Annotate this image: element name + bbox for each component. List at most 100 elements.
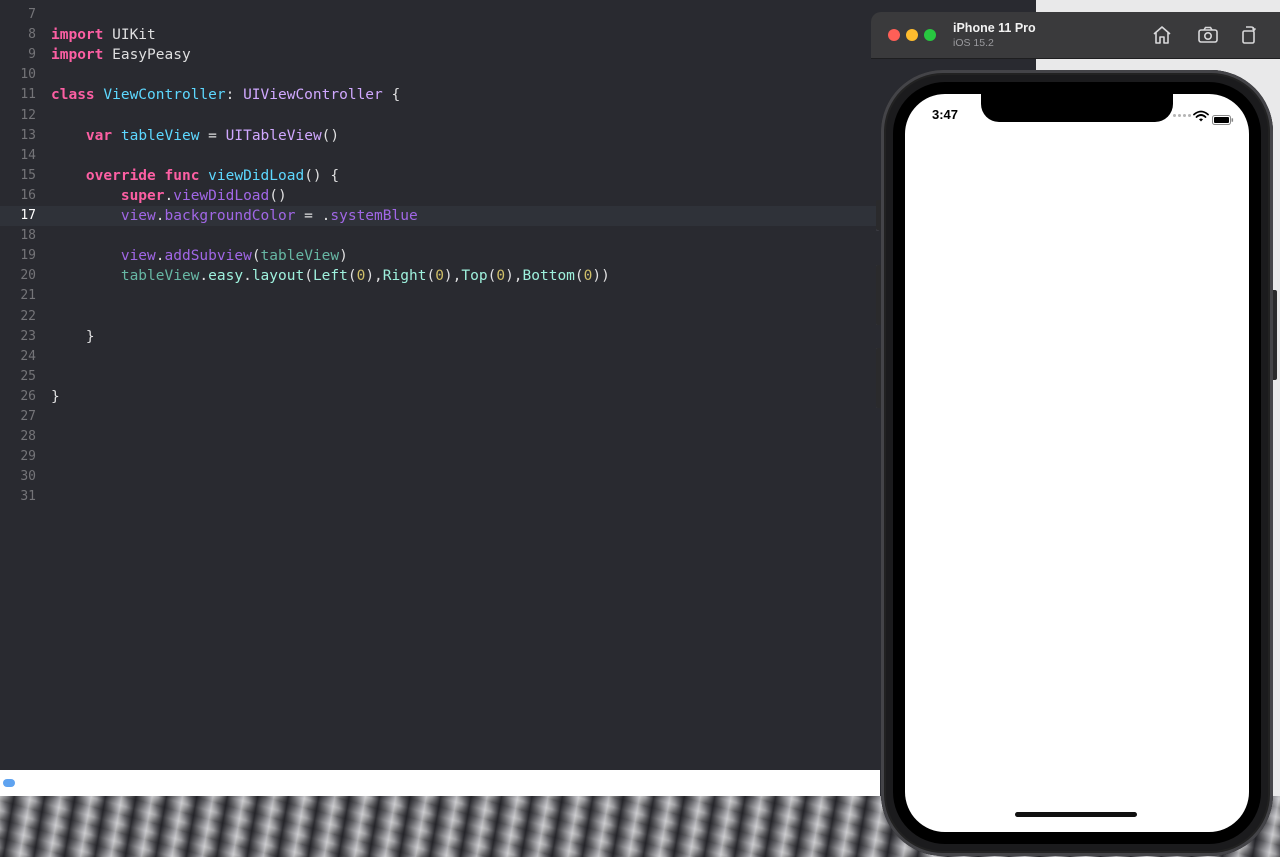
code-line[interactable]: 25 xyxy=(0,367,880,387)
line-number: 30 xyxy=(20,469,36,485)
code-line[interactable]: 17 view.backgroundColor = .systemBlue xyxy=(0,206,880,226)
code-line[interactable]: 18 xyxy=(0,226,880,246)
code-token: systemBlue xyxy=(330,208,418,224)
minimize-window-button[interactable] xyxy=(906,29,918,41)
code-token: 0 xyxy=(496,268,506,285)
code-token: override xyxy=(85,167,156,184)
code-token: view xyxy=(120,248,156,265)
line-number: 27 xyxy=(20,409,36,424)
code-line[interactable]: 28 xyxy=(0,427,880,447)
code-token: tableView xyxy=(120,127,200,144)
code-line[interactable]: 7 xyxy=(0,5,880,25)
code-token: import xyxy=(51,27,104,44)
close-window-button[interactable] xyxy=(888,29,900,41)
line-number: 24 xyxy=(20,348,36,364)
device-frame: 3:47 xyxy=(881,70,1273,856)
code-token: addSubview xyxy=(164,248,252,265)
line-number: 15 xyxy=(20,167,36,183)
line-number: 8 xyxy=(28,27,36,43)
code-token: class xyxy=(51,87,95,104)
code-line[interactable]: 30 xyxy=(0,467,880,487)
debug-bar xyxy=(0,770,880,796)
code-token: UITableView xyxy=(225,127,322,144)
code-text: super.viewDidLoad() xyxy=(51,186,287,206)
code-line[interactable]: 23 } xyxy=(0,327,880,347)
code-token: ( xyxy=(304,268,313,285)
code-line[interactable]: 21 xyxy=(0,286,880,306)
code-line[interactable]: 22 xyxy=(0,307,880,327)
code-line[interactable]: 15 override func viewDidLoad() { xyxy=(0,166,880,186)
screenshot-icon[interactable] xyxy=(1196,23,1220,47)
code-token: easy xyxy=(208,268,244,285)
battery-icon xyxy=(1212,110,1234,125)
line-number: 11 xyxy=(20,87,36,103)
line-number: 17 xyxy=(20,208,36,223)
notch xyxy=(981,94,1173,122)
code-token: . xyxy=(155,248,165,265)
code-token: ) xyxy=(339,248,348,265)
line-number: 18 xyxy=(20,228,36,244)
code-text: import EasyPeasy xyxy=(51,45,191,65)
code-token: ViewController xyxy=(103,87,226,104)
code-line[interactable]: 9 import EasyPeasy xyxy=(0,45,880,65)
code-line[interactable]: 10 xyxy=(0,65,880,85)
simulator-titlebar[interactable]: iPhone 11 Pro iOS 15.2 xyxy=(871,12,1280,58)
line-number: 13 xyxy=(20,127,36,143)
code-line[interactable]: 24 xyxy=(0,347,880,367)
code-line[interactable]: 8 import UIKit xyxy=(0,25,880,45)
line-number: 20 xyxy=(20,268,36,284)
code-token: ), xyxy=(505,268,523,285)
code-token: ( xyxy=(426,268,436,285)
debug-toggle-button[interactable] xyxy=(3,779,15,787)
code-line[interactable]: 27 xyxy=(0,407,880,427)
code-token: () xyxy=(321,127,340,144)
code-token: ( xyxy=(347,268,357,285)
home-icon[interactable] xyxy=(1150,23,1174,47)
line-number: 25 xyxy=(20,368,36,384)
code-line[interactable]: 19 view.addSubview(tableView) xyxy=(0,246,880,266)
code-token: } xyxy=(51,328,95,345)
code-editor[interactable]: 7 8 import UIKit 9 import EasyPeasy 10 11 class… xyxy=(0,0,880,770)
code-token: Right xyxy=(382,268,427,285)
code-token: ), xyxy=(443,268,462,285)
code-token: layout xyxy=(251,268,305,285)
code-token: = . xyxy=(295,208,331,224)
line-number: 19 xyxy=(20,248,36,264)
line-number: 21 xyxy=(20,288,36,304)
rotate-icon[interactable] xyxy=(1237,23,1261,47)
code-text: override func viewDidLoad() { xyxy=(51,166,339,186)
code-token: : xyxy=(225,87,244,104)
line-number: 23 xyxy=(20,328,36,344)
code-line[interactable]: 26} xyxy=(0,387,880,407)
device-bezel: 3:47 xyxy=(893,82,1261,844)
code-token: Bottom xyxy=(522,268,575,285)
code-token: . xyxy=(199,268,209,285)
code-token: () { xyxy=(304,167,340,184)
code-line[interactable]: 29 xyxy=(0,447,880,467)
code-token: tableView xyxy=(120,268,200,285)
code-line[interactable]: 13 var tableView = UITableView() xyxy=(0,126,880,146)
code-line[interactable]: 12 xyxy=(0,106,880,126)
code-token: import xyxy=(51,47,104,64)
home-indicator[interactable] xyxy=(1015,812,1137,817)
code-line[interactable]: 11 class ViewController: UIViewController… xyxy=(0,85,880,105)
zoom-window-button[interactable] xyxy=(924,29,936,41)
device-screen[interactable]: 3:47 xyxy=(905,94,1249,832)
code-line[interactable]: 14 xyxy=(0,146,880,166)
code-token: UIKit xyxy=(103,27,156,44)
code-token: Left xyxy=(312,268,348,285)
code-token: tableView xyxy=(260,248,340,265)
code-token: { xyxy=(382,87,401,104)
code-text: tableView.easy.layout(Left(0),Right(0),T… xyxy=(51,266,610,286)
screen: 7 8 import UIKit 9 import EasyPeasy 10 11 class… xyxy=(0,0,1280,857)
code-token: viewDidLoad xyxy=(173,187,270,204)
code-line[interactable]: 31 xyxy=(0,487,880,507)
code-line[interactable]: 20 tableView.easy.layout(Left(0),Right(0… xyxy=(0,266,880,286)
code-line[interactable]: 16 super.viewDidLoad() xyxy=(0,186,880,206)
